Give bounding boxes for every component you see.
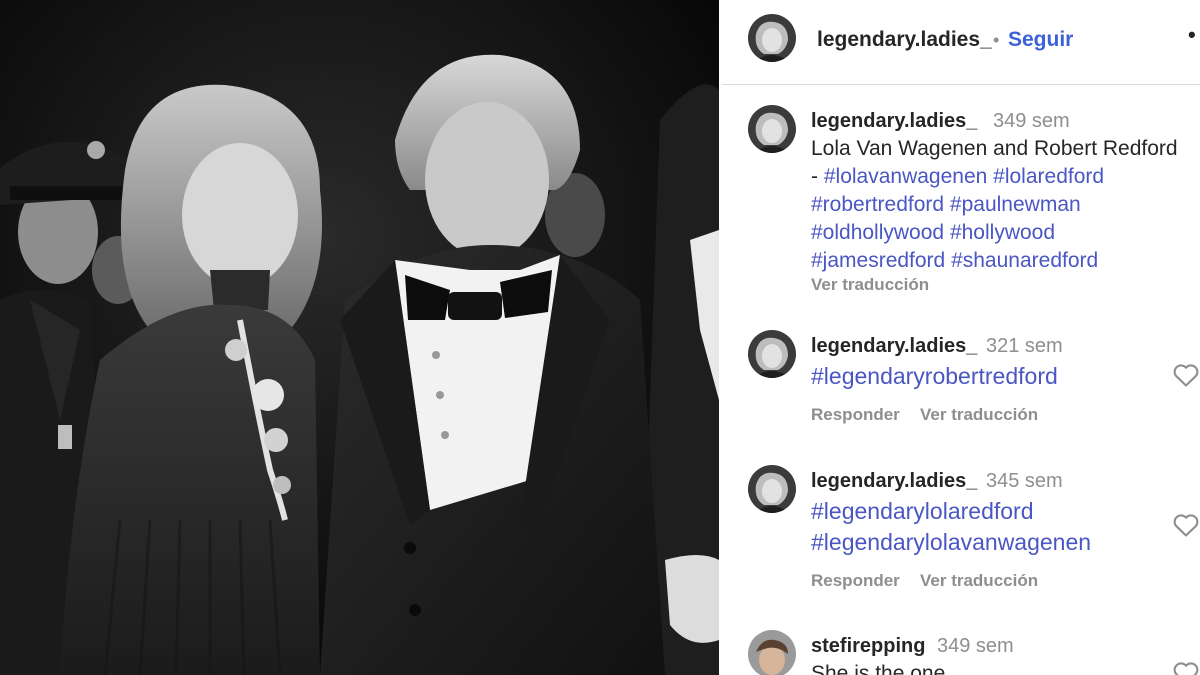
- hashtag-link[interactable]: #hollywood: [950, 221, 1055, 244]
- caption-hashtags-line-4: #jamesredford #shaunaredford: [811, 247, 1196, 275]
- caption-hashtags-line-1: - #lolavanwagenen #lolaredford: [811, 163, 1196, 191]
- heart-icon[interactable]: [1172, 362, 1200, 388]
- hashtag-link[interactable]: #jamesredford: [811, 249, 945, 272]
- avatar-image: [748, 14, 796, 62]
- caption-body: Lola Van Wagenen and Robert Redford: [811, 137, 1178, 160]
- avatar-image: [748, 330, 796, 378]
- translate-link[interactable]: Ver traducción: [920, 405, 1038, 425]
- caption-translate-link[interactable]: Ver traducción: [811, 275, 929, 295]
- header-username[interactable]: legendary.ladies_: [817, 28, 992, 52]
- comment-username[interactable]: stefirepping: [811, 635, 925, 658]
- avatar[interactable]: [748, 14, 796, 62]
- comment-timestamp[interactable]: 349 sem: [937, 635, 1014, 658]
- heart-icon[interactable]: [1172, 512, 1200, 538]
- hashtag-link[interactable]: #robertredford: [811, 193, 944, 216]
- comments-panel: legendary.ladies_ • Seguir • legendary.l…: [722, 0, 1200, 675]
- comment-username[interactable]: legendary.ladies_: [811, 470, 977, 493]
- avatar-image: [748, 630, 796, 675]
- caption-dash: -: [811, 165, 818, 188]
- caption-username[interactable]: legendary.ladies_: [811, 110, 977, 133]
- hashtag-link[interactable]: #oldhollywood: [811, 221, 944, 244]
- hashtag-link[interactable]: #shaunaredford: [951, 249, 1098, 272]
- caption-hashtags-line-3: #oldhollywood #hollywood: [811, 219, 1196, 247]
- caption-text: Lola Van Wagenen and Robert Redford - #l…: [811, 135, 1196, 275]
- caption-hashtags-line-2: #robertredford #paulnewman: [811, 191, 1196, 219]
- post-photo[interactable]: [0, 0, 719, 675]
- translate-link[interactable]: Ver traducción: [920, 571, 1038, 591]
- comment-avatar[interactable]: [748, 330, 796, 378]
- heart-icon[interactable]: [1172, 660, 1200, 675]
- post-header: legendary.ladies_ • Seguir •: [722, 0, 1200, 85]
- comment-hashtag[interactable]: #legendaryrobertredford: [811, 362, 1058, 390]
- photo-illustration: [0, 0, 719, 675]
- comment-timestamp[interactable]: 345 sem: [986, 470, 1063, 493]
- comment-avatar[interactable]: [748, 465, 796, 513]
- reply-button[interactable]: Responder: [811, 405, 900, 425]
- comment-text: She is the one: [811, 662, 946, 675]
- comment-hashtag[interactable]: #legendarylolavanwagenen: [811, 527, 1091, 558]
- comment-username[interactable]: legendary.ladies_: [811, 335, 977, 358]
- hashtag-link[interactable]: #lolaredford: [993, 165, 1104, 188]
- reply-button[interactable]: Responder: [811, 571, 900, 591]
- comment-hashtags: #legendarylolaredford #legendarylolavanw…: [811, 496, 1091, 558]
- more-options-icon[interactable]: •: [1188, 22, 1196, 48]
- comment-avatar[interactable]: [748, 630, 796, 675]
- header-separator: •: [993, 30, 1000, 50]
- hashtag-link[interactable]: #lolavanwagenen: [824, 165, 987, 188]
- comment-timestamp[interactable]: 321 sem: [986, 335, 1063, 358]
- comment-hashtag[interactable]: #legendarylolaredford: [811, 496, 1091, 527]
- caption-avatar[interactable]: [748, 105, 796, 153]
- follow-button[interactable]: Seguir: [1008, 28, 1073, 52]
- avatar-image: [748, 465, 796, 513]
- avatar-image: [748, 105, 796, 153]
- hashtag-link[interactable]: #paulnewman: [950, 193, 1081, 216]
- caption-timestamp[interactable]: 349 sem: [993, 110, 1070, 133]
